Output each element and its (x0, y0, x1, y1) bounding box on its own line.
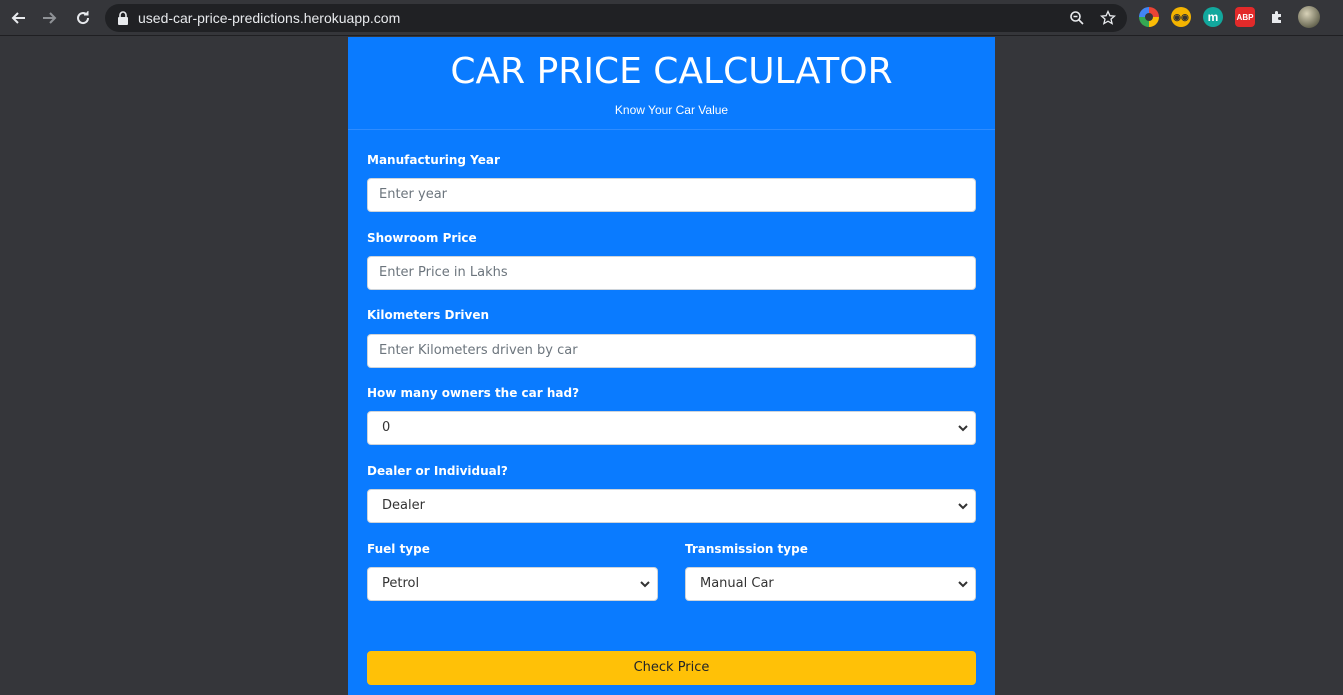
back-arrow-icon (11, 12, 25, 24)
zoom-icon (1070, 11, 1084, 25)
profile-avatar[interactable] (1298, 6, 1320, 28)
zoom-button[interactable] (1067, 8, 1087, 28)
fuel-select[interactable]: Petrol (367, 567, 658, 601)
extensions-puzzle-icon[interactable] (1267, 7, 1287, 27)
year-input[interactable]: Enter year (367, 178, 976, 212)
chevron-down-icon (958, 581, 968, 588)
price-placeholder: Enter Price in Lakhs (379, 265, 508, 280)
check-price-button[interactable]: Check Price (367, 651, 976, 685)
price-label: Showroom Price (367, 231, 477, 245)
owners-label: How many owners the car had? (367, 386, 580, 400)
lock-icon (118, 11, 128, 25)
year-placeholder: Enter year (379, 187, 448, 202)
star-icon (1100, 10, 1116, 25)
owners-value: 0 (382, 420, 391, 435)
forward-arrow-icon (43, 12, 57, 24)
transmission-select[interactable]: Manual Car (685, 567, 976, 601)
owners-select[interactable]: 0 (367, 411, 976, 445)
forward-button[interactable] (38, 6, 62, 30)
fuel-value: Petrol (382, 576, 420, 591)
m-extension-icon[interactable]: m (1203, 7, 1223, 27)
url-text: used-car-price-predictions.herokuapp.com (138, 10, 401, 26)
year-label: Manufacturing Year (367, 153, 500, 167)
reload-button[interactable] (71, 6, 95, 30)
page-title: CAR PRICE CALCULATOR (450, 51, 893, 92)
chevron-down-icon (958, 503, 968, 510)
transmission-label: Transmission type (685, 542, 808, 556)
back-button[interactable] (6, 6, 30, 30)
page-subtitle: Know Your Car Value (614, 103, 729, 117)
calculator-card: CAR PRICE CALCULATOR Know Your Car Value… (348, 37, 995, 695)
bookmark-button[interactable] (1098, 8, 1118, 28)
km-label: Kilometers Driven (367, 308, 490, 322)
seller-select[interactable]: Dealer (367, 489, 976, 523)
seller-value: Dealer (382, 498, 425, 513)
km-placeholder: Enter Kilometers driven by car (379, 343, 578, 358)
card-header: CAR PRICE CALCULATOR Know Your Car Value (348, 37, 995, 130)
reload-icon (77, 11, 90, 25)
address-bar[interactable]: used-car-price-predictions.herokuapp.com (105, 4, 1127, 32)
fuel-label: Fuel type (367, 542, 430, 556)
color-wheel-extension-icon[interactable] (1139, 7, 1159, 27)
seller-label: Dealer or Individual? (367, 464, 508, 478)
chevron-down-icon (640, 581, 650, 588)
browser-toolbar: used-car-price-predictions.herokuapp.com… (0, 0, 1343, 36)
chevron-down-icon (958, 425, 968, 432)
transmission-value: Manual Car (700, 576, 774, 591)
eyes-extension-icon[interactable]: ◉◉ (1171, 7, 1191, 27)
abp-extension-icon[interactable]: ABP (1235, 7, 1255, 27)
km-input[interactable]: Enter Kilometers driven by car (367, 334, 976, 368)
price-input[interactable]: Enter Price in Lakhs (367, 256, 976, 290)
